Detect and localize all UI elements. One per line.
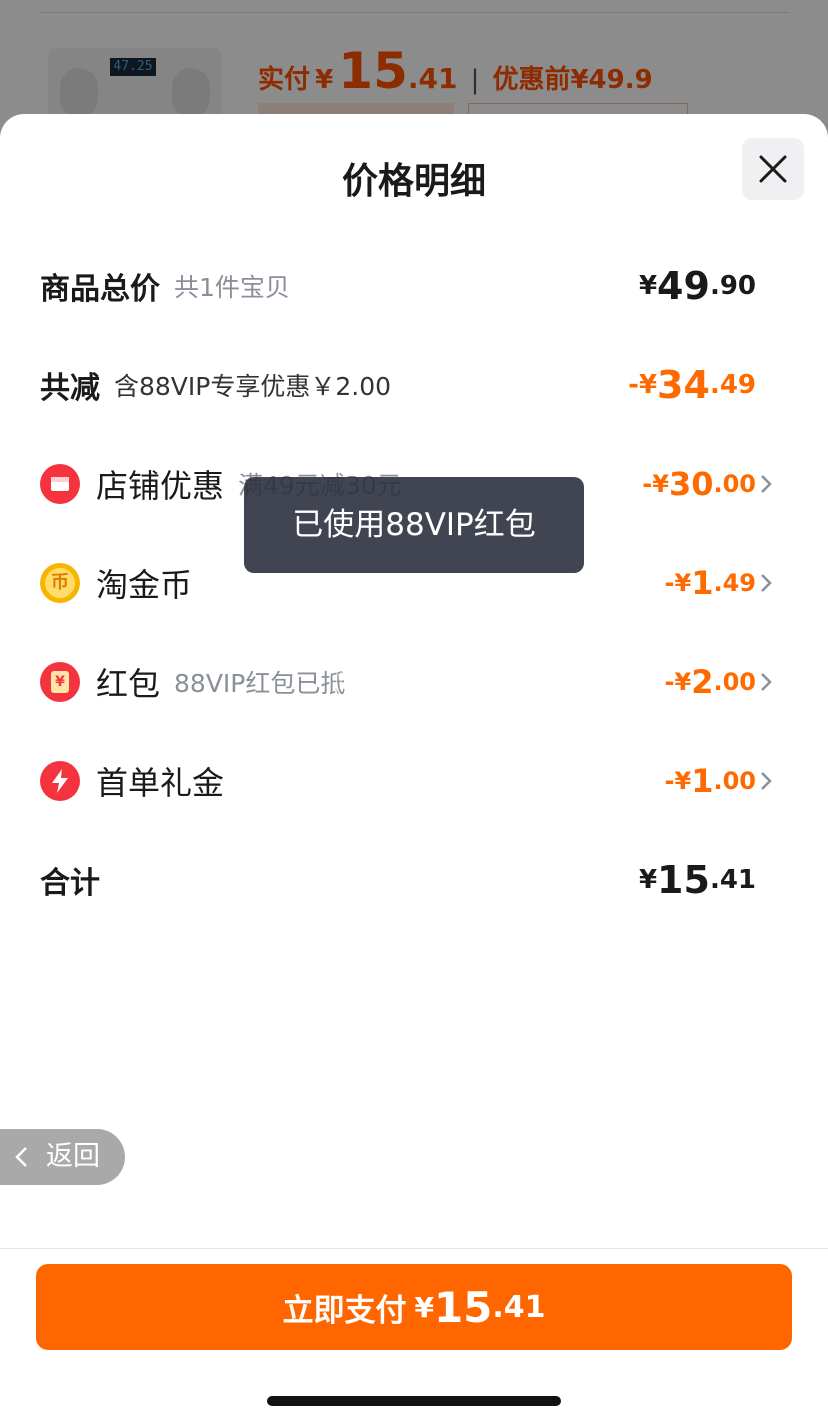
goods-total-int: 49 (657, 264, 710, 308)
coin-glyph: 币 (45, 568, 75, 598)
back-label: 返回 (46, 1141, 100, 1172)
shop-discount-dec: .00 (713, 470, 756, 498)
chevron-right-icon (761, 574, 772, 592)
total-int: 15 (657, 858, 710, 902)
row-total-reduce: 共减 含88VIP专享优惠￥2.00 -¥ 34.49 (40, 355, 780, 415)
taojinbi-currency: -¥ (664, 569, 692, 597)
price-detail-sheet: 价格明细 商品总价 共1件宝贝 ¥49.90 共减 含88VIP专享优惠￥2.0… (0, 114, 828, 1423)
red-packet-price: -¥ 2.00 (664, 652, 772, 712)
footer-divider (0, 1248, 828, 1249)
red-packet-glyph: ¥ (51, 671, 69, 693)
taojinbi-int: 1 (691, 564, 714, 602)
total-reduce-dec: .49 (709, 370, 756, 400)
first-order-label: 首单礼金 (96, 764, 225, 802)
taojinbi-price: -¥ 1.49 (664, 553, 772, 613)
first-order-dec: .00 (713, 767, 756, 795)
pay-currency: ¥ (414, 1290, 434, 1324)
red-packet-label: 红包 (96, 665, 161, 703)
first-order-currency: -¥ (664, 767, 692, 795)
total-reduce-label: 共减 (40, 371, 100, 406)
taojinbi-dec: .49 (713, 569, 756, 597)
goods-total-label: 商品总价 (40, 272, 160, 307)
goods-total-currency: ¥ (638, 271, 658, 301)
first-order-price: -¥ 1.00 (664, 751, 772, 811)
pay-int: 15 (433, 1282, 493, 1332)
red-packet-icon: ¥ (40, 662, 80, 702)
shop-icon (40, 464, 80, 504)
row-first-order-gift[interactable]: 首单礼金 -¥ 1.00 (40, 751, 780, 811)
shop-discount-label: 店铺优惠 (96, 467, 225, 505)
total-reduce-int: 34 (657, 363, 710, 407)
total-label: 合计 (40, 866, 100, 901)
chevron-right-icon (761, 772, 772, 790)
red-packet-currency: -¥ (664, 668, 692, 696)
lightning-icon (40, 761, 80, 801)
total-price: ¥15.41 (639, 850, 756, 910)
pay-now-button[interactable]: 立即支付 ¥15.41 (36, 1264, 792, 1350)
goods-total-price: ¥49.90 (639, 256, 756, 316)
close-button[interactable] (742, 138, 804, 200)
chevron-right-icon (761, 673, 772, 691)
shop-discount-int: 30 (668, 465, 714, 503)
row-goods-total: 商品总价 共1件宝贝 ¥49.90 (40, 256, 780, 316)
watermark: 倾听冷暖_ (332, 668, 450, 698)
taojinbi-label: 淘金币 (96, 566, 193, 604)
first-order-int: 1 (691, 762, 714, 800)
total-dec: .41 (709, 865, 756, 895)
sheet-title: 价格明细 (341, 161, 486, 202)
home-indicator[interactable] (267, 1396, 561, 1406)
chevron-right-icon (761, 475, 772, 493)
chevron-left-icon (15, 1147, 27, 1167)
red-packet-dec: .00 (713, 668, 756, 696)
pay-label: 立即支付 (282, 1292, 407, 1329)
coin-icon: 币 (40, 563, 80, 603)
pay-dec: .41 (492, 1289, 546, 1325)
vip-discount-note: 含88VIP专享优惠￥2.00 (114, 372, 392, 401)
back-button[interactable]: 返回 (0, 1129, 125, 1185)
total-reduce-price: -¥ 34.49 (628, 355, 756, 415)
shop-discount-currency: -¥ (642, 470, 669, 498)
total-currency: ¥ (638, 865, 658, 895)
close-icon (759, 155, 787, 183)
toast-message: 已使用88VIP红包 (244, 477, 584, 573)
row-total: 合计 ¥15.41 (40, 850, 780, 910)
red-packet-note: 88VIP红包已抵 (174, 669, 346, 698)
goods-count: 共1件宝贝 (174, 273, 290, 302)
total-reduce-currency: -¥ (628, 370, 658, 400)
red-packet-int: 2 (691, 663, 714, 701)
shop-discount-price: -¥ 30.00 (642, 454, 772, 514)
goods-total-dec: .90 (709, 271, 756, 301)
